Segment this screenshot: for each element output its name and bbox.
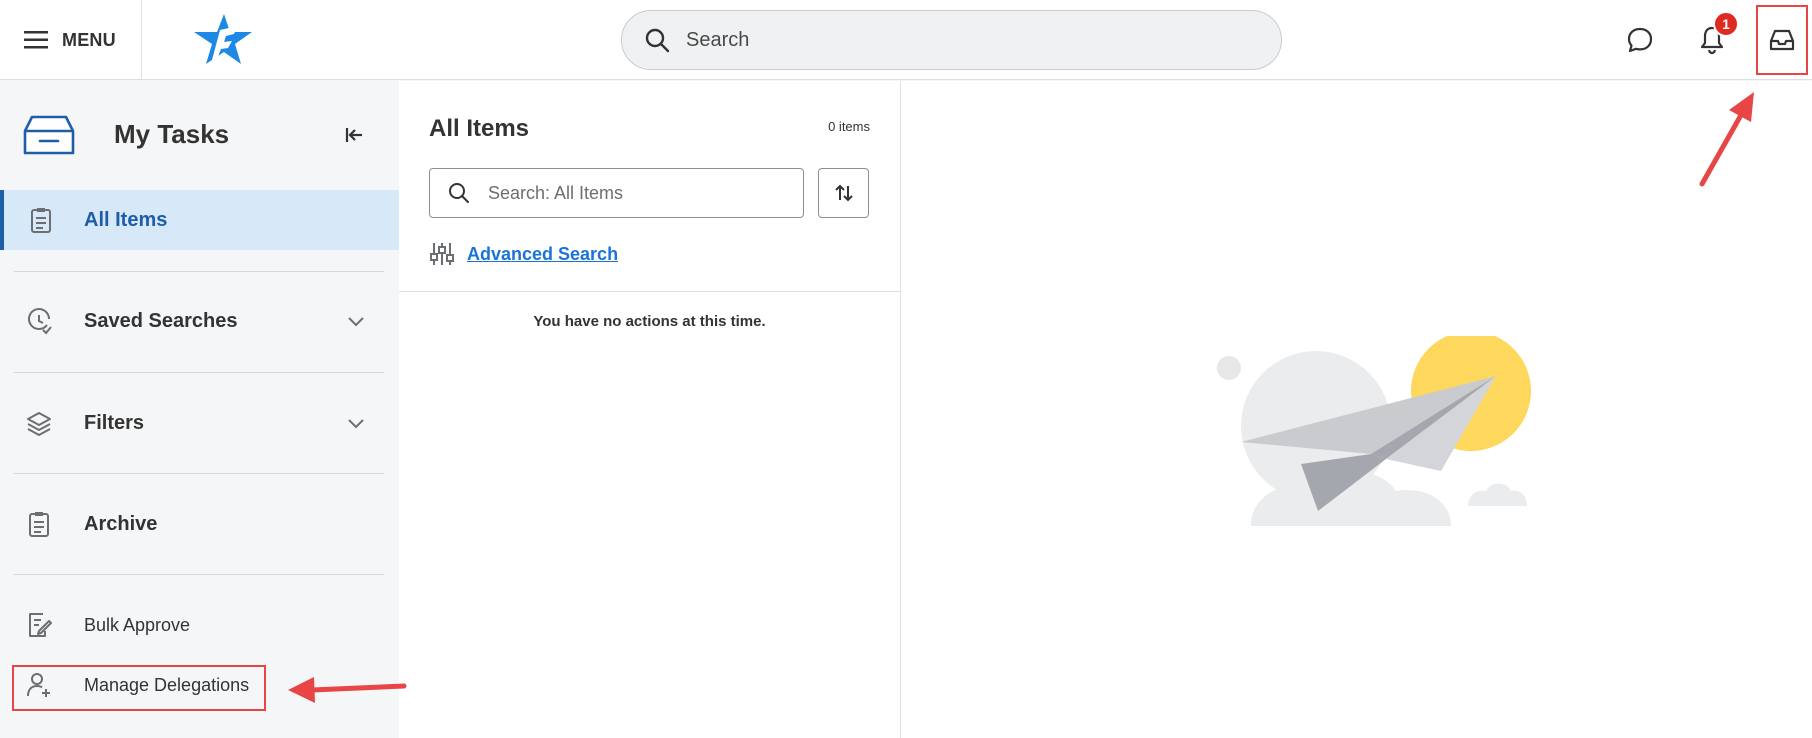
chevron-down-icon[interactable]: [344, 411, 368, 435]
logo-star[interactable]: [190, 12, 256, 68]
collapse-sidebar-icon[interactable]: [340, 121, 368, 149]
sidebar-title: My Tasks: [114, 119, 230, 149]
sort-button[interactable]: [818, 168, 869, 218]
sort-arrows-icon: [834, 184, 853, 202]
items-list-panel: All Items 0 items Search: All Items Adva…: [399, 81, 901, 738]
notification-badge: 1: [1713, 11, 1739, 37]
sidebar-item-label: All Items: [84, 208, 168, 231]
detail-panel: [901, 81, 1812, 738]
clipboard-icon: [26, 205, 56, 235]
annotation-box-inbox: [1756, 5, 1808, 75]
chevron-down-icon[interactable]: [344, 309, 368, 333]
search-placeholder: Search: [686, 28, 750, 51]
divider: [399, 291, 900, 292]
menu-icon: [24, 31, 48, 49]
inbox-tray-icon: [23, 115, 75, 155]
sidebar-item-filters[interactable]: Filters: [0, 393, 399, 453]
chat-icon: [1627, 27, 1653, 53]
global-search-input[interactable]: Search: [621, 10, 1282, 70]
sidebar-item-label: Saved Searches: [84, 309, 238, 332]
sidebar: My Tasks All Items Saved Searches Filter…: [0, 81, 399, 738]
search-icon: [449, 183, 469, 203]
divider: [14, 473, 384, 474]
sidebar-item-all-items[interactable]: All Items: [0, 190, 399, 250]
sidebar-item-bulk-approve[interactable]: Bulk Approve: [0, 595, 399, 655]
divider: [14, 574, 384, 575]
sidebar-item-label: Filters: [84, 411, 145, 434]
item-count: 0 items: [828, 119, 870, 134]
sidebar-item-label: Bulk Approve: [84, 614, 191, 635]
sidebar-header: My Tasks: [0, 81, 399, 189]
chat-button[interactable]: [1620, 20, 1660, 60]
layers-icon: [24, 408, 54, 438]
paper-plane-illustration: [1217, 336, 1531, 526]
advanced-search[interactable]: Advanced Search: [429, 241, 618, 267]
divider: [14, 372, 384, 373]
sidebar-item-archive[interactable]: Archive: [0, 494, 399, 554]
document-edit-icon: [24, 610, 54, 640]
search-placeholder: Search: All Items: [488, 182, 624, 203]
menu-label: MENU: [62, 29, 116, 50]
panel-title: All Items: [429, 115, 530, 142]
advanced-search-link[interactable]: Advanced Search: [467, 244, 618, 265]
clock-check-icon: [24, 306, 54, 336]
sliders-icon: [430, 243, 454, 265]
items-search-input[interactable]: Search: All Items: [429, 168, 804, 218]
menu-button[interactable]: MENU: [0, 0, 142, 80]
search-icon: [645, 28, 670, 53]
empty-state-message: You have no actions at this time.: [533, 313, 766, 330]
annotation-box-manage-delegations: [12, 665, 266, 711]
sidebar-item-label: Archive: [84, 512, 158, 535]
sidebar-item-saved-searches[interactable]: Saved Searches: [0, 291, 399, 351]
divider: [14, 271, 384, 272]
top-bar: MENU Search 1: [0, 0, 1812, 80]
clipboard-icon: [24, 509, 54, 539]
